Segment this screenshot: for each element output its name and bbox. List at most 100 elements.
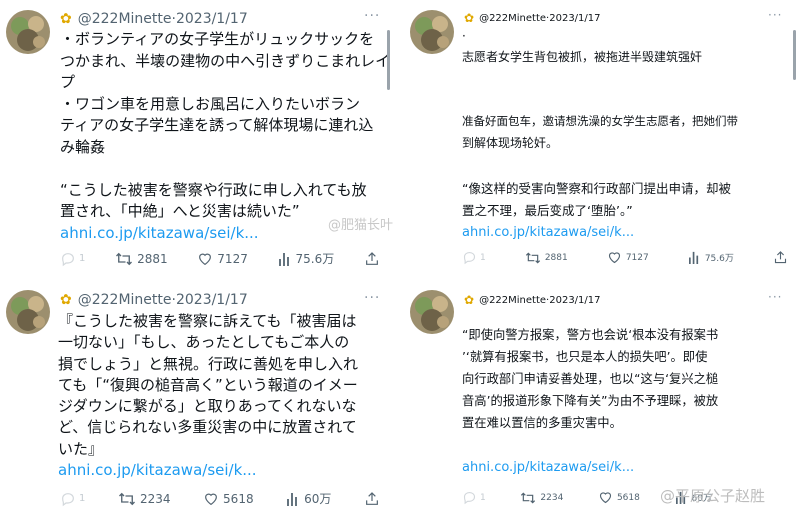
tweet-text: ・ボランティアの女子学生がリュックサックを つかまれ、半壊の建物の中へ引きずりこ… bbox=[60, 29, 390, 244]
heart-icon bbox=[608, 252, 620, 264]
tweet-text: 『こうした被害を警察に訴えても「被害届は 一切ない」「もし、あったとしてもご本人… bbox=[58, 311, 358, 481]
like-button[interactable]: 7127 bbox=[607, 250, 649, 265]
tweet-line: ’‘就算有报案书，也只是本人的损失吧’。即使 bbox=[462, 350, 708, 364]
tweet-date[interactable]: ·2023/1/17 bbox=[546, 295, 600, 306]
like-count: 7127 bbox=[625, 252, 649, 263]
retweet-icon bbox=[521, 491, 536, 504]
watermark-bottom: @平原公子赵胜 bbox=[660, 487, 766, 505]
share-button[interactable] bbox=[364, 491, 380, 507]
reply-button[interactable]: 1 bbox=[462, 490, 486, 505]
tweet-line: ジダウンに繋がる」と取りあってくれないな bbox=[58, 397, 357, 416]
like-count: 7127 bbox=[217, 251, 248, 266]
tweet-line: ても「“復興の槌音高く”という報道のイメー bbox=[58, 375, 358, 394]
sunflower-icon: ✿ bbox=[60, 11, 72, 27]
tweet-header: ✿ @222Minette ·2023/1/17 bbox=[464, 10, 601, 26]
more-options-icon[interactable]: ··· bbox=[768, 290, 782, 304]
author-handle[interactable]: @222Minette bbox=[78, 11, 172, 27]
tweet-line bbox=[60, 158, 390, 180]
sunflower-icon: ✿ bbox=[60, 292, 72, 308]
tweet-line: “こうした被害を警察や行政に申し入れても放 bbox=[60, 180, 367, 199]
tweet-header: ✿ @222Minette ·2023/1/17 bbox=[60, 10, 248, 28]
share-icon bbox=[774, 251, 787, 264]
reply-button[interactable]: 1 bbox=[462, 250, 486, 265]
tweet-line: 『こうした被害を警察に訴えても「被害届は bbox=[58, 312, 357, 330]
action-bar: 1 2881 7127 75.6万 bbox=[462, 250, 788, 265]
tweet-line: 志愿者女学生背包被抓，被拖进半毁建筑强奸 bbox=[462, 50, 703, 64]
tweet-line: プ bbox=[60, 73, 76, 91]
tweet-header: ✿ @222Minette ·2023/1/17 bbox=[60, 291, 248, 309]
like-count: 5618 bbox=[223, 491, 254, 506]
tweet-line: 向行政部门申请妥善处理，也以“这与‘复兴之槌 bbox=[462, 372, 719, 386]
reply-button[interactable]: 1 bbox=[60, 251, 85, 267]
tweet-line: 到解体现场轮奸。 bbox=[462, 136, 559, 150]
share-button[interactable] bbox=[773, 250, 788, 265]
tweet-line: 損でしょう」と無視。行政に善処を申し入れ bbox=[58, 354, 359, 373]
scrollbar[interactable] bbox=[387, 30, 390, 90]
like-button[interactable]: 7127 bbox=[197, 251, 248, 267]
tweet-line bbox=[462, 90, 738, 110]
tweet-line: ティアの女子学生達を誘って解体現場に連れ込 bbox=[60, 116, 374, 134]
retweet-icon bbox=[118, 492, 135, 505]
avatar[interactable] bbox=[6, 290, 50, 334]
more-options-icon[interactable]: ··· bbox=[364, 290, 380, 306]
more-options-icon[interactable]: ··· bbox=[768, 8, 782, 22]
tweet-link[interactable]: ahni.co.jp/kitazawa/sei/k... bbox=[462, 222, 738, 244]
tweet-date[interactable]: ·2023/1/17 bbox=[172, 11, 248, 27]
reply-count: 1 bbox=[480, 252, 486, 263]
views-bar-chart-icon bbox=[278, 252, 289, 266]
sunflower-icon: ✿ bbox=[464, 11, 475, 25]
retweet-button[interactable]: 2881 bbox=[525, 251, 568, 265]
views-count: 60万 bbox=[304, 492, 332, 506]
tweet-link[interactable]: ahni.co.jp/kitazawa/sei/k... bbox=[58, 460, 358, 481]
like-button[interactable]: 5618 bbox=[598, 490, 640, 505]
views-bar-chart-icon bbox=[287, 492, 298, 506]
retweet-icon bbox=[525, 251, 540, 264]
tweet-line bbox=[462, 166, 738, 178]
heart-icon bbox=[599, 492, 612, 504]
avatar[interactable] bbox=[6, 10, 50, 54]
share-button[interactable] bbox=[364, 251, 380, 267]
more-options-icon[interactable]: ··· bbox=[364, 8, 380, 24]
tweet-line: つかまれ、半壊の建物の中へ引きずりこまれレイ bbox=[60, 51, 391, 70]
tweet-line bbox=[462, 68, 738, 90]
share-icon bbox=[366, 491, 378, 505]
reply-button[interactable]: 1 bbox=[60, 491, 85, 507]
retweet-button[interactable]: 2881 bbox=[115, 251, 168, 267]
author-handle[interactable]: @222Minette bbox=[78, 292, 172, 308]
views-button[interactable]: 75.6万 bbox=[278, 250, 335, 267]
reply-count: 1 bbox=[79, 253, 86, 264]
tweet-text: · 志愿者女学生背包被抓，被拖进半毁建筑强奸 准备好面包车，邀请想洗澡的女学生志… bbox=[462, 30, 738, 244]
views-count: 75.6万 bbox=[704, 254, 734, 264]
tweet-date[interactable]: ·2023/1/17 bbox=[172, 292, 248, 308]
tweet-card-3: ✿ @222Minette ·2023/1/17 ··· 『こうした被害を警察に… bbox=[0, 280, 392, 519]
tweet-line: 置在难以置信的多重灾害中。 bbox=[462, 416, 622, 430]
tweet-date[interactable]: ·2023/1/17 bbox=[546, 13, 600, 24]
retweet-icon bbox=[116, 252, 133, 265]
tweet-text: “即使向警方报案，警方也会说‘根本没有报案书 ’‘就算有报案书，也只是本人的损失… bbox=[462, 324, 718, 434]
tweet-line: み輪姦 bbox=[60, 137, 106, 156]
views-button[interactable]: 75.6万 bbox=[688, 250, 734, 265]
like-button[interactable]: 5618 bbox=[203, 491, 254, 507]
retweet-button[interactable]: 2234 bbox=[118, 491, 171, 507]
views-count: 75.6万 bbox=[295, 252, 335, 266]
tweet-card-2: ✿ @222Minette ·2023/1/17 ··· · 志愿者女学生背包被… bbox=[404, 0, 796, 272]
tweet-line: “即使向警方报案，警方也会说‘根本没有报案书 bbox=[462, 328, 719, 342]
views-button[interactable]: 60万 bbox=[286, 490, 331, 507]
tweet-line bbox=[462, 154, 738, 166]
tweet-line: 置之不理，最后变成了‘堕胎’。” bbox=[462, 203, 633, 218]
reply-icon bbox=[62, 492, 74, 506]
avatar[interactable] bbox=[410, 10, 454, 54]
tweet-line: “像这样的受害向警察和行政部门提出申请，却被 bbox=[462, 181, 731, 196]
avatar[interactable] bbox=[410, 290, 454, 334]
retweet-button[interactable]: 2234 bbox=[520, 491, 563, 505]
retweet-count: 2234 bbox=[139, 491, 171, 506]
tweet-header: ✿ @222Minette ·2023/1/17 bbox=[464, 292, 601, 308]
tweet-line: ど、信じられない多重災害の中に放置されて bbox=[58, 418, 357, 437]
tweet-link[interactable]: ahni.co.jp/kitazawa/sei/k... bbox=[462, 460, 634, 475]
tweet-line: ・ボランティアの女子学生がリュックサックを bbox=[60, 30, 375, 48]
author-handle[interactable]: @222Minette bbox=[479, 295, 546, 306]
tweet-card-4: ✿ @222Minette ·2023/1/17 ··· “即使向警方报案，警方… bbox=[404, 280, 796, 519]
reply-icon bbox=[463, 491, 476, 505]
author-handle[interactable]: @222Minette bbox=[479, 13, 546, 24]
reply-icon bbox=[62, 252, 74, 266]
